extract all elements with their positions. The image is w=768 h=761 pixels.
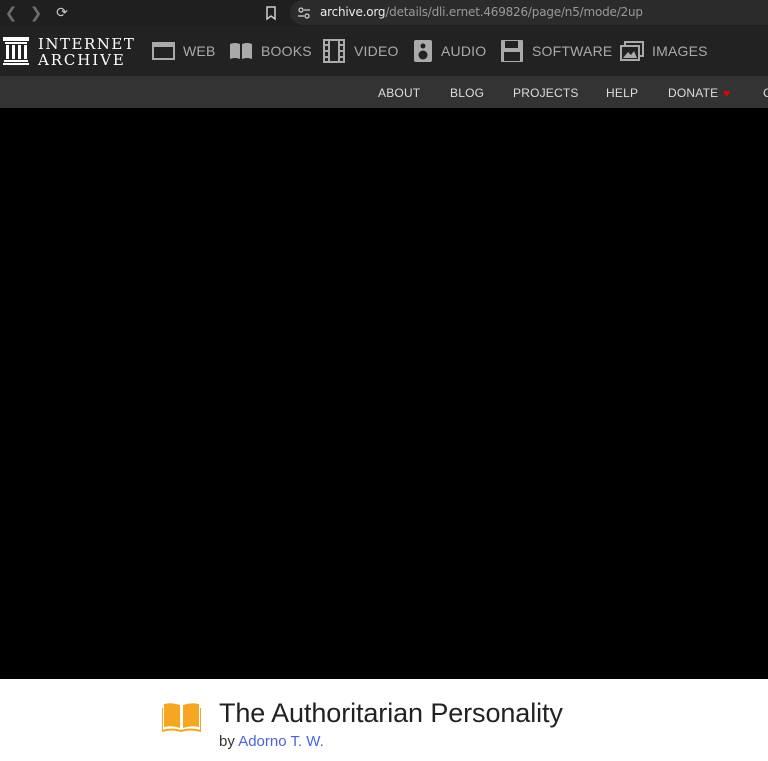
internet-archive-logo-icon[interactable] [3,37,29,65]
top-nav: INTERNET ARCHIVE WEB BOOKS VIDEO AUDIO S… [0,26,768,76]
video-icon [323,39,345,63]
site-info-icon[interactable] [296,5,312,21]
item-title: The Authoritarian Personality [219,698,563,728]
nav-about[interactable]: ABOUT [378,86,420,100]
nav-donate-label: DONATE [668,86,719,100]
book-reader-viewport[interactable] [0,108,768,679]
software-icon [501,40,523,62]
url-host: archive.org [320,5,386,19]
nav-projects[interactable]: PROJECTS [513,86,579,100]
nav-help[interactable]: HELP [606,86,638,100]
web-icon [152,42,175,60]
nav-software-label: SOFTWARE [532,43,613,59]
open-book-icon [162,703,201,732]
nav-blog[interactable]: BLOG [450,86,484,100]
logo-wordmark[interactable]: INTERNET ARCHIVE [38,36,135,68]
reload-icon[interactable]: ⟳ [52,3,72,23]
nav-donate[interactable]: DONATE ♥ [668,86,730,100]
nav-audio[interactable]: AUDIO [413,39,486,63]
item-details: The Authoritarian Personality by Adorno … [0,679,768,761]
url-text[interactable]: archive.org/details/dli.ernet.469826/pag… [320,5,643,19]
back-icon[interactable]: ❮ [1,3,21,23]
heart-icon: ♥ [723,88,731,100]
nav-books[interactable]: BOOKS [229,39,312,63]
nav-video[interactable]: VIDEO [322,39,399,63]
nav-cut-off-item[interactable]: C [763,86,768,100]
secondary-nav: ABOUT BLOG PROJECTS HELP DONATE ♥ C [0,76,768,108]
byline-prefix: by [219,733,235,750]
browser-toolbar: ❮ ❯ ⟳ archive.org/details/dli.ernet.4698… [0,0,768,26]
nav-books-label: BOOKS [261,43,312,59]
nav-images-label: IMAGES [652,43,708,59]
books-icon [230,43,252,59]
audio-icon [414,40,432,62]
item-byline: by Adorno T. W. [219,733,324,750]
images-icon [620,41,644,61]
nav-images[interactable]: IMAGES [620,39,708,63]
forward-icon[interactable]: ❯ [26,3,46,23]
url-path: /details/dli.ernet.469826/page/n5/mode/2… [385,5,643,19]
nav-audio-label: AUDIO [441,43,487,59]
logo-line-1: INTERNET [38,35,136,53]
nav-software[interactable]: SOFTWARE [500,39,612,63]
bookmark-icon[interactable] [262,4,280,22]
nav-web[interactable]: WEB [152,39,216,63]
logo-line-2: ARCHIVE [38,51,126,69]
nav-web-label: WEB [183,43,216,59]
nav-video-label: VIDEO [354,43,399,59]
author-link[interactable]: Adorno T. W. [238,733,324,750]
